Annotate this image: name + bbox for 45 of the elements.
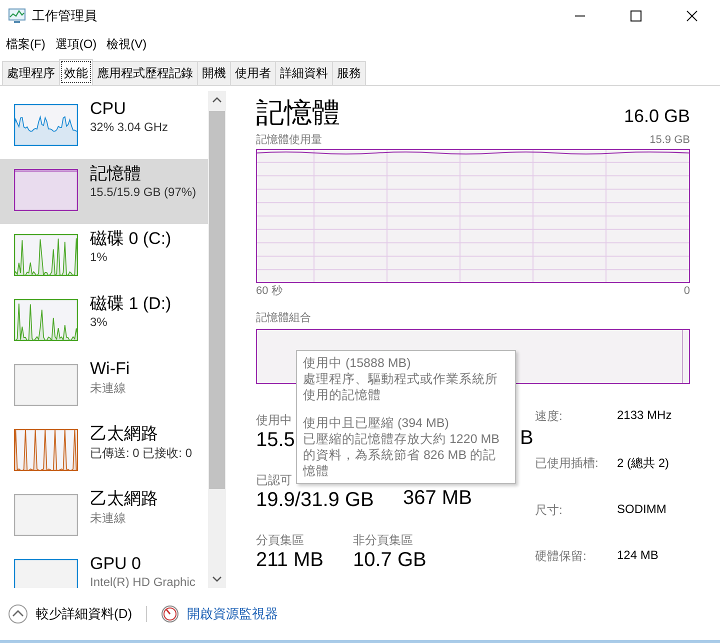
stat-value: 367 MB <box>403 487 472 510</box>
stat-value: 10.7 GB <box>353 549 426 572</box>
chart-label: 記憶體組合 <box>256 311 312 325</box>
item-detail: 1% <box>90 250 108 264</box>
item-detail: 32% 3.04 GHz <box>90 120 168 134</box>
spec-value: SODIMM <box>617 502 668 518</box>
stat-label: 分頁集區 <box>256 532 304 549</box>
item-name: 磁碟 1 (D:) <box>90 293 172 315</box>
item-name: CPU <box>90 98 127 120</box>
chart-label: 記憶體使用量 <box>256 133 322 147</box>
spec-value: 2133 MHz <box>617 408 672 424</box>
item-name: 記憶體 <box>90 163 142 185</box>
item-name: 乙太網路 <box>90 423 159 445</box>
stat-label: 使用中 <box>256 412 292 429</box>
spec-label: 速度: <box>535 408 564 425</box>
spec-label: 硬體保留: <box>535 548 588 566</box>
tooltip-text: 已壓縮的記憶體存放大約 1220 MB 的資料，為系統節省 826 MB 的記憶體 <box>303 431 501 479</box>
item-name: GPU 0 <box>90 553 142 575</box>
spec-label: 尺寸: <box>535 502 564 518</box>
stat-value: 19.9/31.9 GB <box>256 489 374 512</box>
section-title: 記憶體 <box>256 96 340 130</box>
axis-label: 60 秒 <box>256 284 282 298</box>
chart-max: 15.9 GB <box>650 134 690 146</box>
item-detail: 已傳送: 0 已接收: 0 <box>90 445 192 462</box>
item-detail: 未連線 <box>90 510 127 527</box>
spec-label: 已使用插槽: <box>535 454 600 472</box>
axis-label: 0 <box>684 285 690 297</box>
stat-value: B <box>520 427 534 450</box>
item-name: 乙太網路 <box>90 488 158 510</box>
stat-label: 已認可 <box>256 472 292 489</box>
spec-value: 2 (總共 2) <box>617 454 670 472</box>
stat-label: 非分頁集區 <box>353 532 413 549</box>
item-detail: 15.5/15.9 GB (97%) <box>90 185 196 199</box>
tooltip-title: 使用中 (15888 MB) <box>303 355 412 371</box>
tooltip-title: 使用中且已壓縮 (394 MB) <box>303 415 450 431</box>
total-memory: 16.0 GB <box>624 106 690 127</box>
item-detail: 未連線 <box>90 380 127 397</box>
item-detail: 3% <box>90 315 108 329</box>
window-title: 工作管理員 <box>32 7 98 25</box>
item-name: Wi-Fi <box>90 358 130 380</box>
stat-value: 211 MB <box>256 549 324 572</box>
stat-value: 15.5 <box>256 429 295 452</box>
tooltip-text: 處理程序、驅動程式或作業系統所使用的記憶體 <box>303 371 499 403</box>
item-name: 磁碟 0 (C:) <box>90 228 172 250</box>
spec-value: 124 MB <box>617 548 660 564</box>
